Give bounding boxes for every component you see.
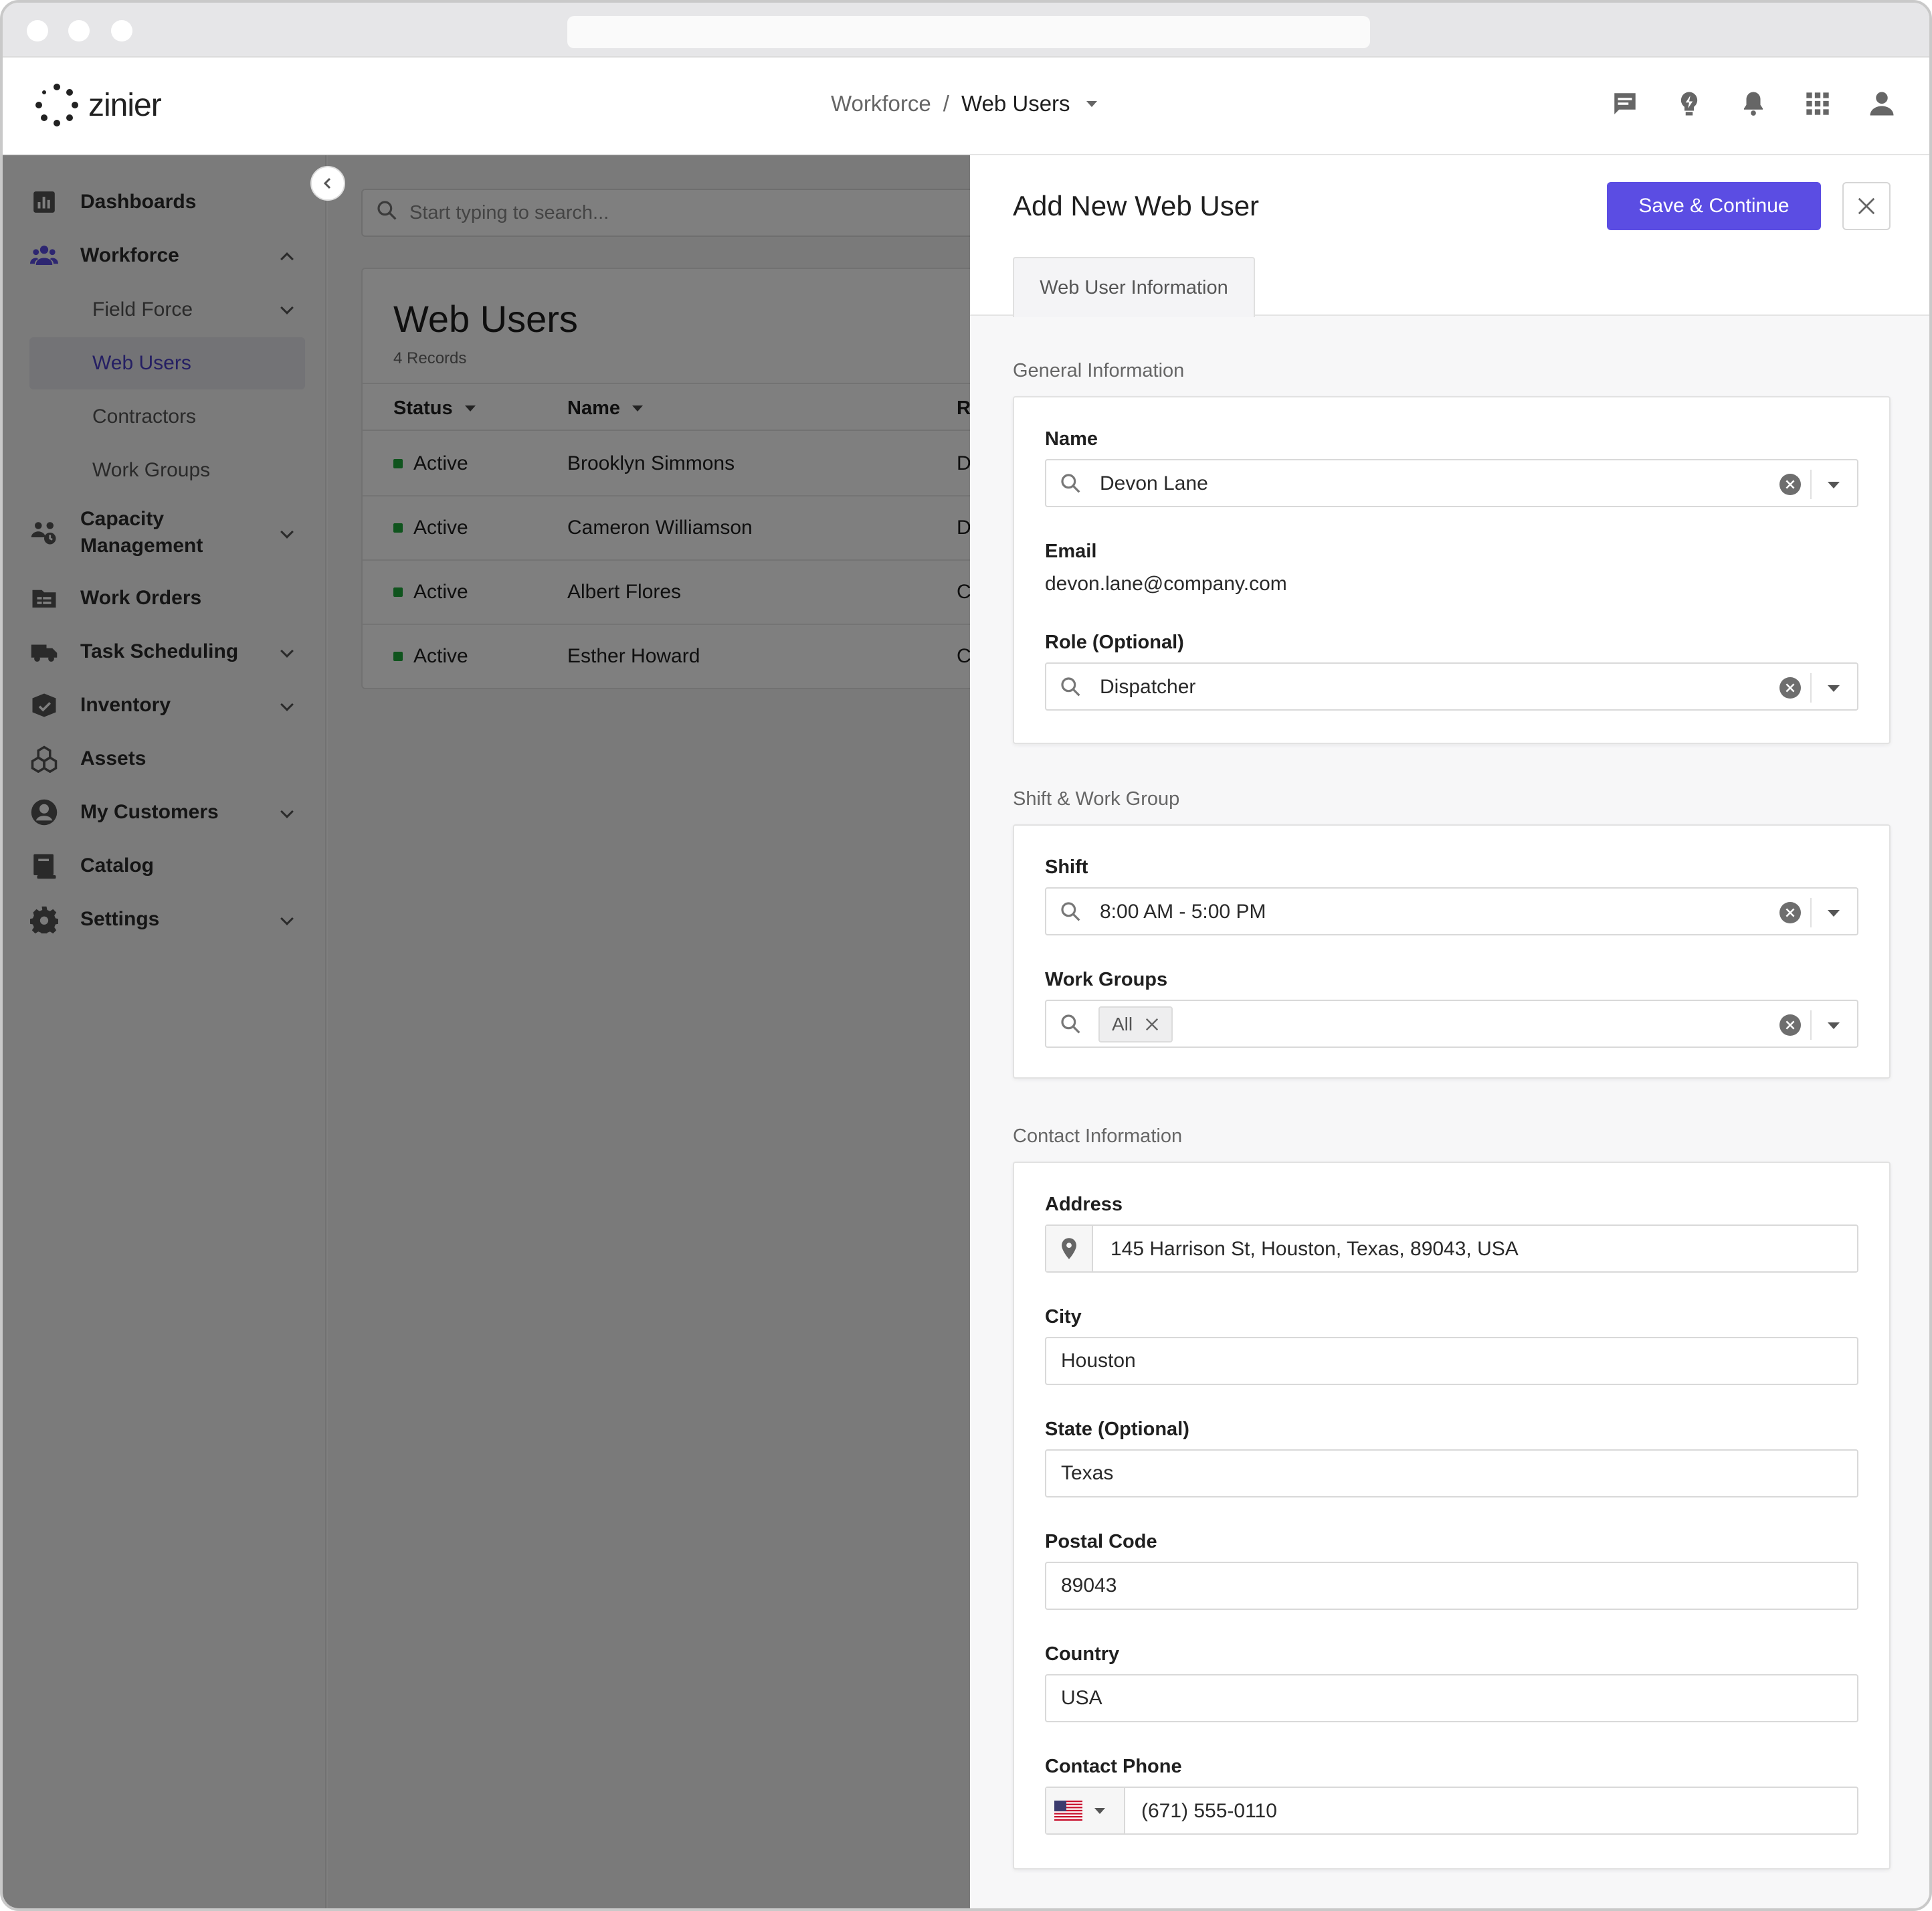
address-bar[interactable] [567, 16, 1370, 48]
window-minimize-dot[interactable] [68, 20, 90, 41]
dropdown-arrow-icon[interactable] [1828, 910, 1840, 917]
chat-icon[interactable] [1610, 88, 1640, 119]
address-value: 145 Harrison St, Houston, Texas, 89043, … [1110, 1238, 1519, 1260]
shift-combobox[interactable]: 8:00 AM - 5:00 PM [1045, 887, 1858, 935]
modal-backdrop[interactable] [3, 155, 970, 1908]
breadcrumb: Workforce / Web Users [831, 91, 1097, 116]
name-combobox[interactable]: Devon Lane [1045, 459, 1858, 507]
postal-code-input[interactable]: 89043 [1045, 1562, 1858, 1610]
country-code-selector[interactable] [1046, 1788, 1125, 1833]
country-label: Country [1045, 1643, 1120, 1665]
search-icon [1060, 676, 1081, 701]
search-icon [1060, 901, 1081, 925]
work-groups-label: Work Groups [1045, 969, 1168, 990]
lightbulb-icon[interactable] [1674, 88, 1705, 119]
divider [1810, 898, 1812, 927]
logo-text: zinier [88, 87, 162, 123]
contact-card: Address 145 Harrison St, Houston, Texas,… [1013, 1162, 1891, 1870]
location-pin-icon [1046, 1226, 1093, 1271]
save-continue-button[interactable]: Save & Continue [1607, 182, 1821, 230]
dropdown-arrow-icon[interactable] [1828, 1022, 1840, 1029]
panel-header: Add New Web User Save & Continue Web Use… [970, 155, 1929, 317]
logo[interactable]: zinier [35, 83, 162, 127]
close-button[interactable] [1842, 182, 1891, 230]
add-web-user-panel: Add New Web User Save & Continue Web Use… [970, 155, 1929, 1908]
role-value: Dispatcher [1100, 676, 1196, 698]
section-title-shift: Shift & Work Group [1013, 788, 1180, 810]
window-close-dot[interactable] [27, 20, 48, 41]
email-value: devon.lane@company.com [1045, 573, 1287, 595]
dropdown-arrow-icon [1094, 1807, 1105, 1814]
shift-label: Shift [1045, 856, 1088, 878]
clear-icon[interactable] [1779, 474, 1801, 495]
name-label: Name [1045, 428, 1098, 450]
role-label: Role (Optional) [1045, 632, 1184, 653]
section-title-contact: Contact Information [1013, 1125, 1183, 1147]
clear-icon[interactable] [1779, 1014, 1801, 1036]
chevron-left-icon [323, 177, 331, 189]
logo-mark-icon [35, 84, 78, 126]
window-maximize-dot[interactable] [111, 20, 132, 41]
work-group-chip[interactable]: All [1098, 1006, 1173, 1042]
apps-grid-icon[interactable] [1802, 88, 1833, 119]
bell-icon[interactable] [1738, 88, 1769, 119]
phone-value: (671) 555-0110 [1141, 1800, 1277, 1822]
search-icon [1060, 472, 1081, 497]
country-input[interactable]: USA [1045, 1674, 1858, 1722]
address-input[interactable]: 145 Harrison St, Houston, Texas, 89043, … [1045, 1224, 1858, 1273]
caret-down-icon[interactable] [1086, 100, 1097, 107]
general-info-card: Name Devon Lane Email devon.lane@company… [1013, 396, 1891, 744]
email-label: Email [1045, 541, 1097, 562]
divider [1810, 470, 1812, 499]
city-input[interactable]: Houston [1045, 1337, 1858, 1385]
postal-code-label: Postal Code [1045, 1531, 1157, 1552]
search-icon [1060, 1013, 1081, 1038]
breadcrumb-current[interactable]: Web Users [961, 91, 1070, 116]
clear-icon[interactable] [1779, 677, 1801, 699]
city-label: City [1045, 1306, 1082, 1328]
user-icon[interactable] [1866, 88, 1897, 119]
collapse-sidebar-button[interactable] [310, 166, 345, 201]
panel-title: Add New Web User [1013, 190, 1260, 221]
divider [1810, 1010, 1812, 1040]
contact-phone-label: Contact Phone [1045, 1756, 1182, 1777]
browser-chrome [3, 3, 1929, 58]
app-header: zinier Workforce / Web Users [3, 58, 1929, 155]
shift-card: Shift 8:00 AM - 5:00 PM Work Groups All [1013, 824, 1891, 1079]
close-icon [1858, 197, 1875, 215]
breadcrumb-separator: / [943, 91, 949, 116]
browser-window: zinier Workforce / Web Users Add New Web… [0, 0, 1932, 1911]
shift-value: 8:00 AM - 5:00 PM [1100, 901, 1266, 923]
section-title-general: General Information [1013, 360, 1185, 381]
state-label: State (Optional) [1045, 1419, 1189, 1440]
divider [1810, 673, 1812, 703]
role-combobox[interactable]: Dispatcher [1045, 662, 1858, 711]
state-input[interactable]: Texas [1045, 1449, 1858, 1497]
contact-phone-input[interactable]: (671) 555-0110 [1045, 1787, 1858, 1835]
tab-web-user-information[interactable]: Web User Information [1013, 257, 1255, 317]
chip-label: All [1112, 1014, 1133, 1034]
breadcrumb-root[interactable]: Workforce [831, 91, 931, 116]
clear-icon[interactable] [1779, 902, 1801, 923]
remove-chip-icon[interactable] [1145, 1017, 1159, 1032]
us-flag-icon [1054, 1801, 1082, 1821]
dropdown-arrow-icon[interactable] [1828, 685, 1840, 692]
address-label: Address [1045, 1194, 1123, 1215]
work-groups-combobox[interactable]: All [1045, 1000, 1858, 1048]
dropdown-arrow-icon[interactable] [1828, 482, 1840, 488]
header-actions [1610, 88, 1897, 119]
name-value: Devon Lane [1100, 472, 1208, 494]
